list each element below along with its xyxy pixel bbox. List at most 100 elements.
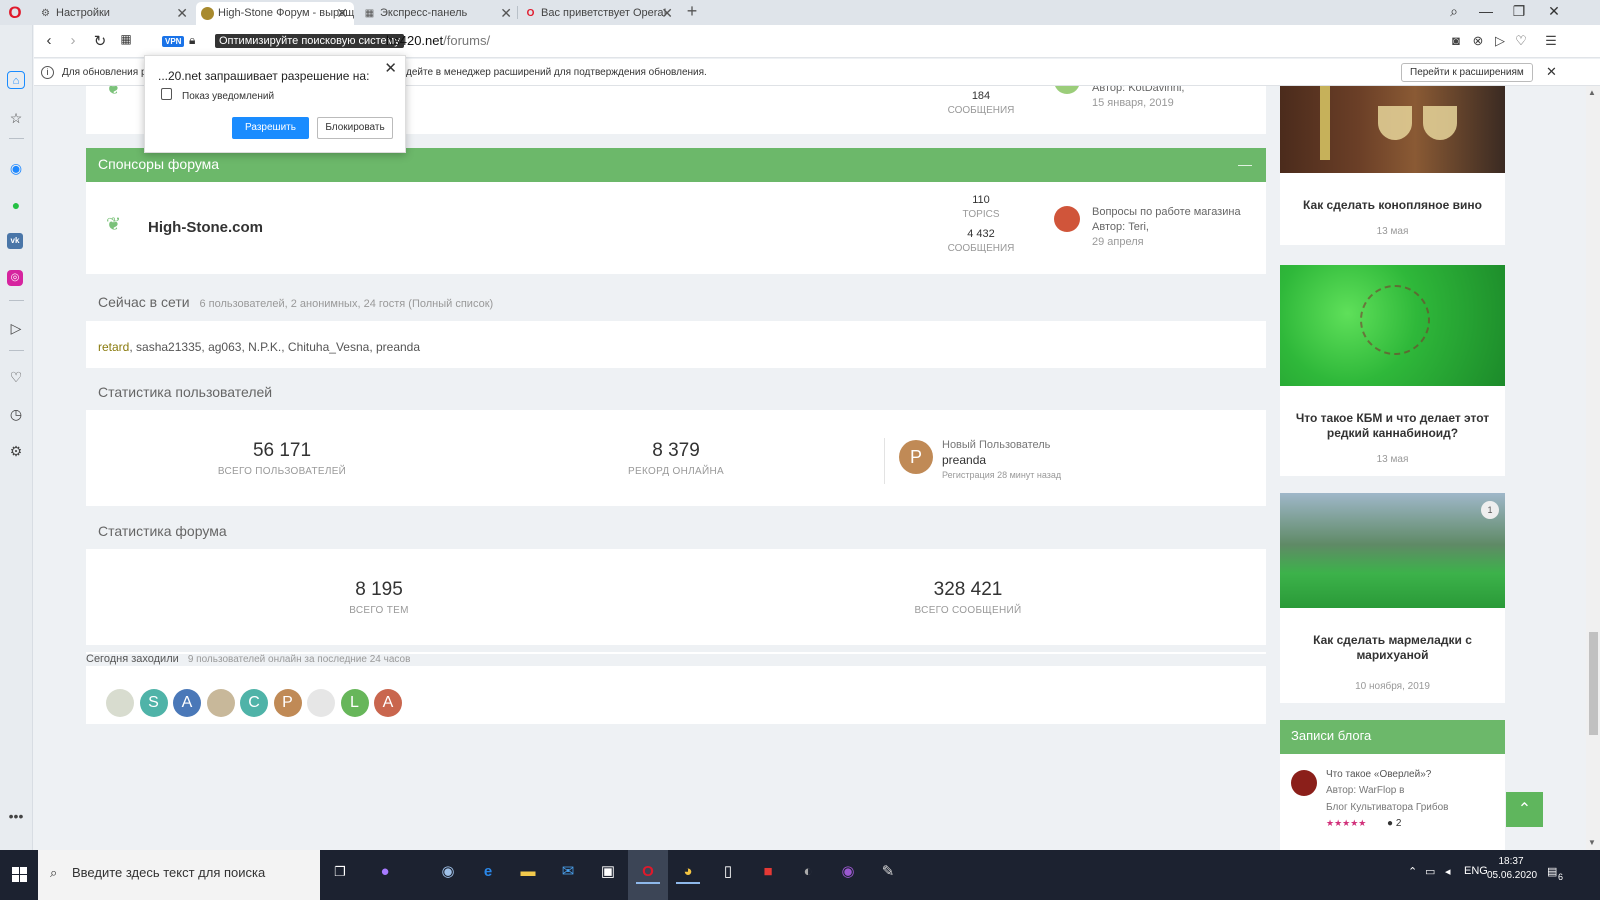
new-user-avatar[interactable]: P — [899, 440, 933, 474]
settings-icon[interactable]: ⚙ — [7, 442, 25, 460]
scroll-down-icon[interactable]: ▼ — [1588, 838, 1596, 847]
visitor-avatar[interactable]: A — [173, 689, 201, 717]
last-post-author[interactable]: Автор: Teri, — [1092, 221, 1149, 233]
tray-chevron-icon[interactable]: ⌃ — [1408, 865, 1417, 878]
paint-icon[interactable]: ✎ — [876, 860, 900, 884]
online-summary[interactable]: 6 пользователей, 2 анонимных, 24 гостя (… — [199, 298, 493, 310]
minimize-button[interactable]: — — [1476, 3, 1496, 19]
new-user-link[interactable]: preanda — [942, 453, 986, 467]
vpn-badge[interactable]: VPN — [162, 36, 185, 47]
tab-forum[interactable]: High-Stone Форум - выращ ✕ — [196, 2, 354, 25]
heart-icon[interactable]: ♡ — [7, 368, 25, 386]
start-button[interactable] — [0, 850, 38, 900]
send-icon[interactable]: ▷ — [7, 319, 25, 337]
speed-dial-icon[interactable]: ▦ — [117, 32, 135, 46]
close-icon[interactable]: ✕ — [1546, 64, 1557, 80]
article-title[interactable]: Как сделать мармеладки с марихуаной — [1290, 633, 1495, 663]
visitor-avatar[interactable]: L — [340, 689, 369, 717]
close-icon[interactable]: ✕ — [336, 2, 348, 25]
block-button[interactable]: Блокировать — [317, 117, 393, 139]
blog-header[interactable]: Записи блога — [1280, 720, 1505, 754]
chrome-icon[interactable]: ◕ — [676, 860, 700, 884]
back-button[interactable]: ‹ — [40, 32, 58, 49]
tab-opera-welcome[interactable]: O Вас приветствует Opera! ✕ — [519, 2, 679, 25]
allow-button[interactable]: Разрешить — [232, 117, 309, 139]
scroll-up-icon[interactable]: ▲ — [1588, 88, 1596, 97]
store-icon[interactable]: ▣ — [596, 860, 620, 884]
volume-icon[interactable]: ◂ — [1445, 865, 1451, 878]
taskbar-search[interactable]: ⌕ Введите здесь текст для поиска — [38, 850, 320, 900]
visitor-avatar[interactable] — [307, 689, 335, 717]
user-link[interactable]: retard — [98, 340, 129, 354]
new-tab-button[interactable]: + — [682, 1, 702, 22]
adblock-icon[interactable]: ⊗ — [1469, 33, 1487, 49]
avatar[interactable] — [1291, 770, 1317, 796]
tor-icon[interactable]: ◉ — [836, 860, 860, 884]
vivaldi-icon[interactable]: ■ — [756, 860, 780, 884]
article-image[interactable] — [1280, 86, 1505, 173]
last-post-author[interactable]: Автор: KotDavinni, — [1092, 86, 1184, 94]
bookmark-star-icon[interactable]: ☆ — [7, 109, 25, 127]
blog-entry-title[interactable]: Что такое «Оверлей»? — [1326, 769, 1431, 780]
collapse-icon[interactable]: — — [1238, 156, 1252, 172]
close-icon[interactable]: ✕ — [176, 2, 188, 25]
vertical-scrollbar[interactable]: ▲ ▼ — [1586, 86, 1600, 851]
send-icon[interactable]: ▷ — [1491, 33, 1509, 49]
visitor-avatar[interactable]: A — [374, 689, 402, 717]
document-icon[interactable]: ▯ — [716, 860, 740, 884]
sponsors-header[interactable]: Спонсоры форума — — [86, 148, 1266, 182]
opera-menu-icon[interactable]: O — [4, 4, 26, 22]
url-field[interactable]: hs420.net/forums/ — [386, 33, 490, 48]
clock[interactable]: 18:37 05.06.2020 — [1487, 855, 1537, 883]
mail-icon[interactable]: ✉ — [556, 860, 580, 884]
user-links[interactable]: , sasha21335, ag063, N.P.K., Chituha_Ves… — [129, 340, 420, 354]
messenger-icon[interactable]: ◉ — [7, 159, 25, 177]
article-title[interactable]: Как сделать конопляное вино — [1290, 198, 1495, 213]
visitor-avatar[interactable]: C — [240, 689, 268, 717]
visitor-avatar[interactable]: S — [139, 689, 168, 717]
history-icon[interactable]: ◷ — [7, 405, 25, 423]
tab-settings[interactable]: ⚙ Настройки ✕ — [34, 2, 194, 25]
article-image[interactable]: 1 — [1280, 493, 1505, 608]
lock-icon[interactable]: 🔒︎ — [189, 33, 195, 48]
language-indicator[interactable]: ENG — [1464, 865, 1488, 877]
easy-setup-icon[interactable]: ☰ — [1542, 33, 1560, 49]
task-view-icon[interactable]: ❐ — [328, 860, 352, 884]
visitor-avatar[interactable] — [206, 689, 235, 717]
forum-name-link[interactable]: High-Stone.com — [148, 219, 263, 236]
search-tabs-icon[interactable]: ⌕ — [1444, 3, 1464, 20]
tab-speed-dial[interactable]: ▦ Экспресс-панель ✕ — [358, 2, 518, 25]
scrollbar-thumb[interactable] — [1589, 632, 1598, 735]
scroll-to-top-button[interactable]: ⌃ — [1506, 792, 1543, 827]
last-post-title[interactable]: Вопросы по работе магазина — [1092, 206, 1241, 218]
visitor-avatar[interactable] — [106, 689, 134, 717]
article-image[interactable] — [1280, 265, 1505, 386]
home-icon[interactable]: ⌂ — [7, 71, 25, 89]
vk-icon[interactable]: vk — [7, 233, 23, 249]
avatar[interactable] — [1054, 206, 1080, 232]
camera-icon[interactable]: ◙ — [1447, 33, 1465, 48]
forward-button[interactable]: › — [64, 32, 82, 49]
instagram-icon[interactable]: ◎ — [7, 270, 23, 286]
restore-button[interactable]: ❐ — [1509, 3, 1529, 20]
go-to-extensions-button[interactable]: Перейти к расширениям — [1401, 63, 1533, 82]
visitor-avatar[interactable]: P — [273, 689, 302, 717]
heart-icon[interactable]: ♡ — [1512, 33, 1530, 49]
more-icon[interactable]: ••• — [7, 807, 25, 825]
close-icon[interactable]: ✕ — [500, 2, 512, 25]
discord-icon[interactable]: ◐ — [796, 860, 820, 884]
notification-center-icon[interactable]: ▤ — [1547, 865, 1557, 878]
reload-button[interactable]: ↻ — [91, 32, 109, 50]
network-icon[interactable]: ▭ — [1425, 865, 1435, 878]
close-icon[interactable]: ✕ — [384, 59, 397, 77]
file-explorer-icon[interactable]: ▬ — [516, 860, 540, 884]
opera-taskbar-icon[interactable]: O — [636, 860, 660, 884]
close-icon[interactable]: ✕ — [661, 2, 673, 25]
seo-tooltip[interactable]: Оптимизируйте поисковую систему — [215, 34, 404, 48]
whatsapp-icon[interactable]: ● — [7, 196, 25, 214]
edge-icon[interactable]: e — [476, 860, 500, 884]
blog-name[interactable]: Блог Культиватора Грибов — [1326, 802, 1449, 813]
article-title[interactable]: Что такое КБМ и что делает этот редкий к… — [1290, 411, 1495, 441]
close-window-button[interactable]: ✕ — [1544, 3, 1564, 20]
steam-icon[interactable]: ◉ — [436, 860, 460, 884]
